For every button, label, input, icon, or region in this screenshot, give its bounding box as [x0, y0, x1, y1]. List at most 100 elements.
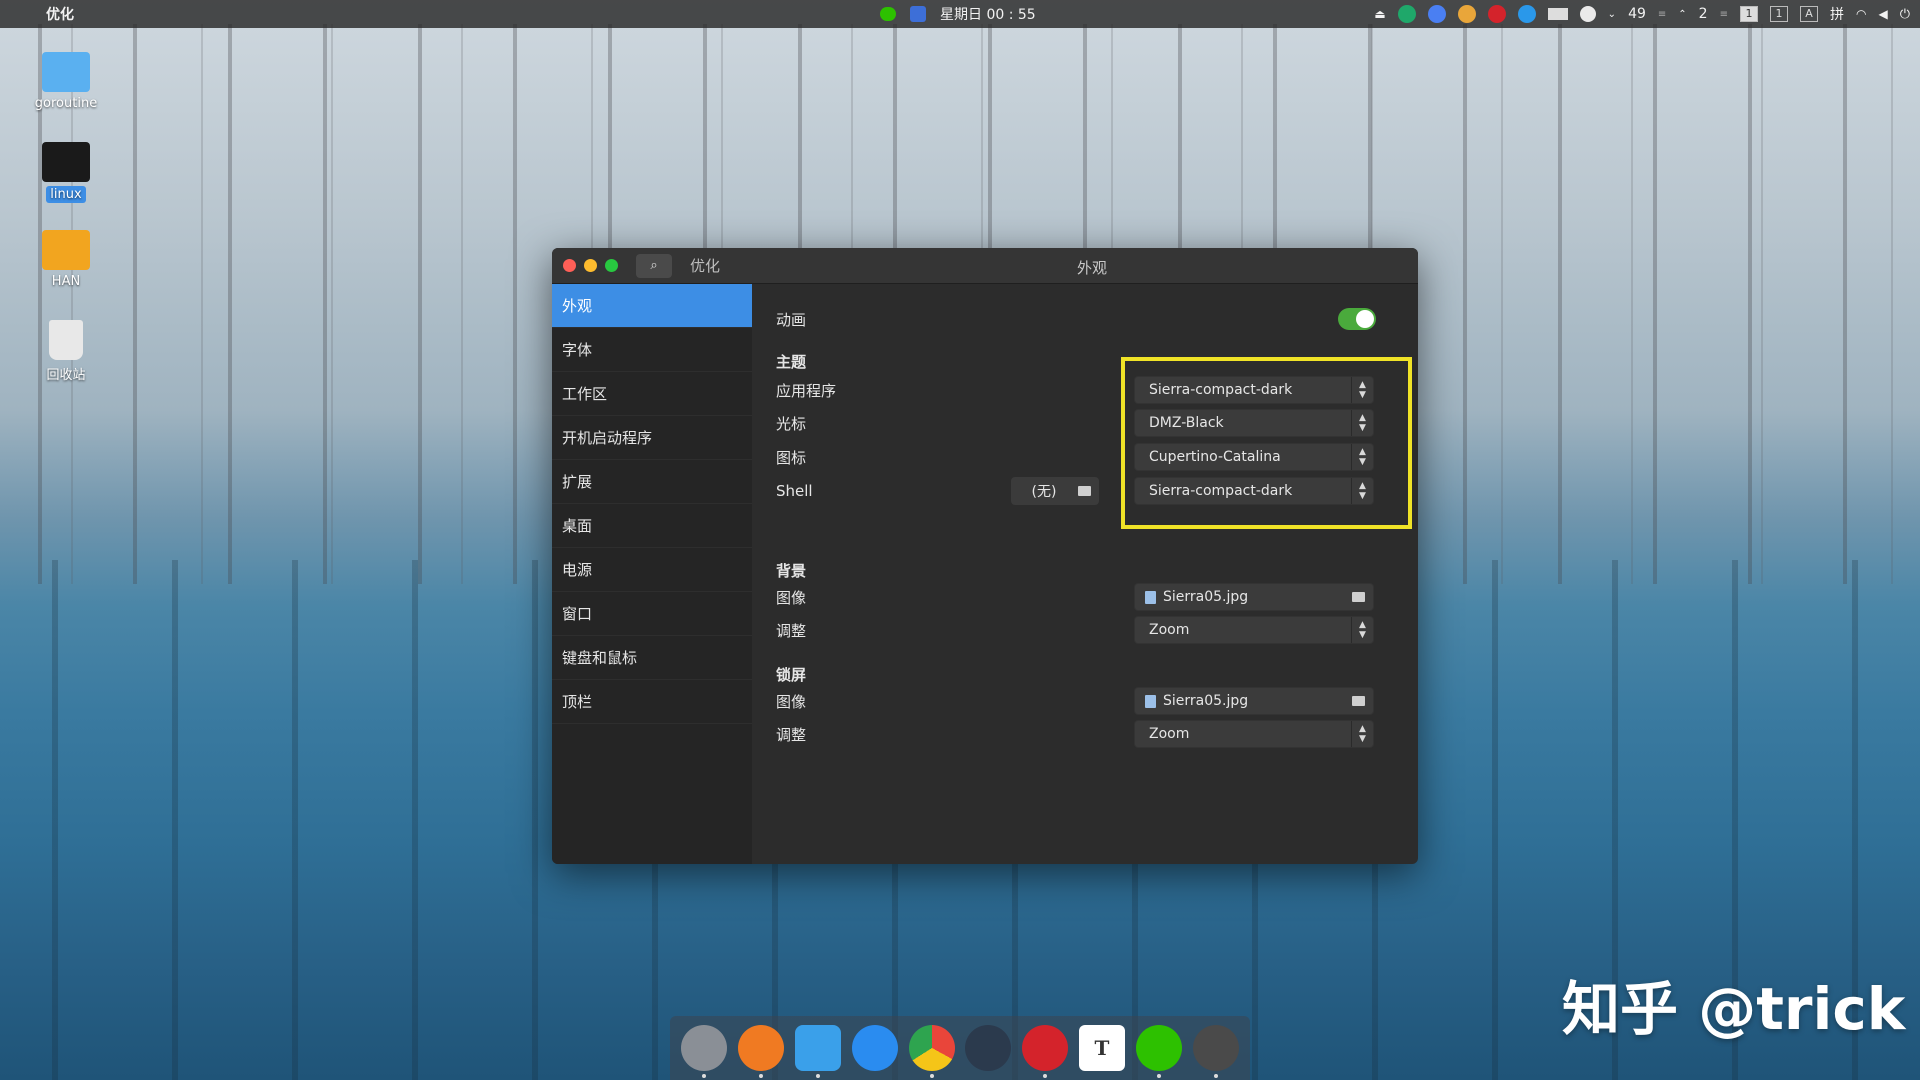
sidebar-item-top-bar[interactable]: 顶栏 — [552, 680, 752, 724]
desktop-icon-han[interactable]: HAN — [30, 230, 102, 289]
tweaks-window: ⌕ 优化 外观 外观 字体 工作区 开机启动程序 扩展 桌面 电源 窗口 键盘和… — [552, 248, 1418, 864]
lockscreen-adjust-row: 调整 Zoom ▲ ▼ — [776, 719, 1396, 749]
window-titlebar[interactable]: ⌕ 优化 外观 — [552, 248, 1418, 284]
running-indicator — [702, 1074, 707, 1078]
wechat-icon[interactable] — [1135, 1025, 1182, 1078]
sidebar: 外观 字体 工作区 开机启动程序 扩展 桌面 电源 窗口 键盘和鼠标 顶栏 — [552, 284, 752, 864]
select-value: DMZ-Black — [1149, 415, 1224, 431]
network-speed-icon: ≡ — [1657, 8, 1667, 20]
typora-icon[interactable]: T — [1078, 1025, 1125, 1071]
tray-app-icon-2[interactable] — [1427, 5, 1446, 23]
active-app-name[interactable]: 优化 — [46, 4, 74, 24]
theme-applications-label: 应用程序 — [776, 381, 837, 400]
clock[interactable]: 星期日 00 : 55 — [940, 4, 1036, 24]
sidebar-item-desktop[interactable]: 桌面 — [552, 504, 752, 548]
bluetooth-tray-icon[interactable] — [910, 6, 926, 22]
shell-none-label: (无) — [1031, 484, 1057, 500]
maximize-window-button[interactable] — [605, 259, 618, 272]
input-method-indicator[interactable]: 拼 — [1830, 4, 1844, 24]
sidebar-item-keyboard-mouse[interactable]: 键盘和鼠标 — [552, 636, 752, 680]
sidebar-item-fonts[interactable]: 字体 — [552, 328, 752, 372]
tray-app-icon-3[interactable] — [1457, 5, 1476, 23]
search-button[interactable]: ⌕ — [636, 253, 672, 278]
theme-icons-select[interactable]: Cupertino-Catalina ▲ ▼ — [1134, 443, 1374, 471]
chevron-up-icon[interactable]: ⌃ — [1678, 9, 1686, 20]
theme-shell-select[interactable]: Sierra-compact-dark ▲ ▼ — [1134, 477, 1374, 505]
select-value: Zoom — [1149, 622, 1190, 638]
background-image-file-button[interactable]: Sierra05.jpg — [1134, 583, 1374, 611]
settings-icon[interactable] — [1192, 1025, 1239, 1078]
desktop-icon-label: 回收站 — [46, 368, 86, 383]
animation-toggle[interactable] — [1338, 308, 1376, 330]
volume-icon[interactable]: ◀ — [1878, 7, 1887, 21]
lockscreen-image-label: 图像 — [776, 692, 807, 711]
theme-cursor-row: 光标 DMZ-Black ▲ ▼ — [776, 408, 1396, 438]
select-value: Sierra-compact-dark — [1149, 382, 1293, 398]
wechat-tray-icon[interactable] — [880, 7, 896, 21]
sidebar-item-workspaces[interactable]: 工作区 — [552, 372, 752, 416]
close-window-button[interactable] — [563, 259, 576, 272]
tray-counter-2[interactable]: 2 — [1699, 6, 1708, 22]
select-arrows-icon: ▲ ▼ — [1351, 478, 1373, 504]
window-controls — [563, 259, 618, 272]
tray-app-icon-4[interactable] — [1487, 5, 1506, 23]
select-value: Sierra-compact-dark — [1149, 483, 1293, 499]
desktop-icon-goroutine[interactable]: goroutine — [30, 52, 102, 111]
drive-icon — [42, 230, 90, 270]
chrome-icon[interactable] — [908, 1025, 955, 1078]
tray-counter-1[interactable]: 49 — [1628, 6, 1646, 22]
eject-icon[interactable]: ⏏ — [1374, 7, 1385, 21]
desktop-icon-label: goroutine — [34, 96, 98, 111]
apple-menu-icon[interactable] — [12, 6, 28, 22]
finder-icon[interactable] — [794, 1025, 841, 1078]
file-icon — [1145, 590, 1156, 604]
steam-icon[interactable] — [965, 1025, 1012, 1071]
sidebar-item-power[interactable]: 电源 — [552, 548, 752, 592]
workspace-2[interactable]: 1 — [1769, 6, 1788, 22]
folder-icon — [1352, 592, 1365, 602]
sidebar-item-startup-apps[interactable]: 开机启动程序 — [552, 416, 752, 460]
network-speed-icon-2: ≡ — [1719, 8, 1728, 20]
tray-app-icon-1[interactable] — [1397, 5, 1416, 23]
lockscreen-adjust-select[interactable]: Zoom ▲ ▼ — [1134, 720, 1374, 748]
firefox-icon[interactable] — [738, 1025, 785, 1078]
shell-theme-file-button[interactable]: (无) — [1011, 477, 1099, 505]
netease-music-icon[interactable] — [1022, 1025, 1069, 1078]
sidebar-item-appearance[interactable]: 外观 — [552, 284, 752, 328]
background-adjust-select[interactable]: Zoom ▲ ▼ — [1134, 616, 1374, 644]
theme-applications-select[interactable]: Sierra-compact-dark ▲ ▼ — [1134, 376, 1374, 404]
running-indicator — [1213, 1074, 1218, 1078]
minimize-window-button[interactable] — [584, 259, 597, 272]
theme-icons-row: 图标 Cupertino-Catalina ▲ ▼ — [776, 442, 1396, 472]
launchpad-icon[interactable] — [681, 1025, 728, 1078]
keyboard-icon[interactable] — [1547, 8, 1568, 20]
watermark: 知乎 @trick — [1562, 975, 1906, 1043]
theme-shell-row: Shell (无) Sierra-compact-dark ▲ ▼ — [776, 476, 1396, 506]
running-indicator — [759, 1074, 764, 1078]
top-bar-tray: ⏏ ⌄ 49 ≡ ⌃ 2 ≡ 1 1 A 拼 ◠ ◀ ⏻ — [1374, 0, 1910, 28]
desktop-icon-trash[interactable]: 回收站 — [30, 320, 102, 383]
desktop-icon-linux[interactable]: linux — [30, 142, 102, 203]
tray-app-icon-5[interactable] — [1517, 5, 1536, 23]
running-indicator — [1043, 1074, 1048, 1078]
tray-app-icon-6[interactable] — [1579, 6, 1596, 22]
appearance-panel: 动画 主题 应用程序 Sierra-compact-dark ▲ ▼ 光标 DMZ… — [752, 284, 1418, 864]
background-image-row: 图像 Sierra05.jpg — [776, 582, 1396, 612]
select-arrows-icon: ▲ ▼ — [1351, 410, 1373, 436]
running-indicator — [815, 1074, 820, 1078]
select-arrows-icon: ▲ ▼ — [1351, 377, 1373, 403]
select-arrows-icon: ▲ ▼ — [1351, 721, 1373, 747]
theme-cursor-label: 光标 — [776, 414, 807, 433]
sidebar-item-extensions[interactable]: 扩展 — [552, 460, 752, 504]
workspace-3[interactable]: A — [1799, 6, 1818, 22]
theme-cursor-select[interactable]: DMZ-Black ▲ ▼ — [1134, 409, 1374, 437]
lockscreen-image-file-button[interactable]: Sierra05.jpg — [1134, 687, 1374, 715]
app-store-icon[interactable] — [851, 1025, 898, 1071]
workspace-1[interactable]: 1 — [1739, 6, 1758, 22]
file-icon — [1145, 694, 1156, 708]
power-icon[interactable]: ⏻ — [1900, 7, 1910, 22]
chevron-down-icon[interactable]: ⌄ — [1608, 9, 1616, 20]
wifi-icon[interactable]: ◠ — [1856, 7, 1866, 21]
sidebar-item-windows[interactable]: 窗口 — [552, 592, 752, 636]
folder-icon — [1352, 696, 1365, 706]
